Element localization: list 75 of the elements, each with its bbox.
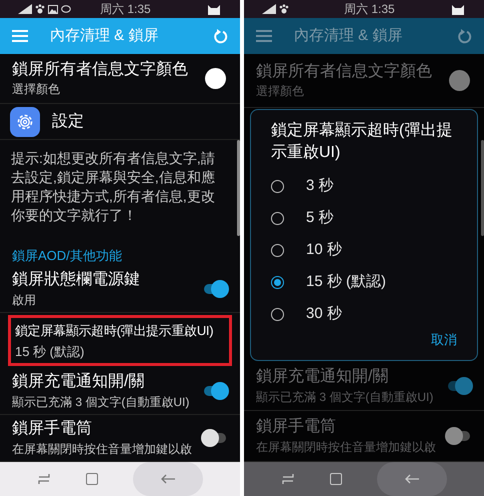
cat-icon [206,3,222,15]
row-subtitle: 顯示已充滿 3 個文字(自動重啟UI) [12,394,190,410]
row-subtitle: 選擇顏色 [256,83,305,100]
row-title: 設定 [52,112,84,132]
home-icon[interactable] [86,473,98,485]
row-subtitle: 在屏幕關閉時按住音量增加鍵以啟 [12,441,193,458]
scrollbar-thumb[interactable] [237,140,240,236]
row-title: 鎖屏所有者信息文字顏色 [256,62,433,82]
radio-button[interactable] [271,180,284,193]
row-title: 鎖屏狀態欄電源鍵 [12,270,141,290]
recent-apps-icon[interactable] [37,473,52,485]
image-icon [48,4,58,14]
signal-icon [18,4,32,14]
radio-option[interactable]: 30 秒 [271,298,457,330]
cancel-button[interactable]: 取消 [431,330,457,350]
hint-text: 提示:如想更改所有者信息文字,請去設定,鎖定屏幕與安全,信息和應用程序快捷方式,所有者信息,更改你要的文字就行了！ [11,148,216,225]
toggle-switch[interactable] [204,382,226,400]
paw-icon [279,4,289,14]
toggle-switch[interactable] [448,376,470,395]
radio-option[interactable]: 10 秒 [271,234,457,266]
row-subtitle: 啟用 [12,292,37,308]
row-subtitle: 顯示已充滿 3 個文字(自動重啟UI) [256,388,434,405]
row-title: 鎖屏所有者信息文字顏色 [12,60,189,80]
clock-text: 周六 1:35 [344,3,396,15]
settings-row[interactable]: 鎖屏充電通知開/關 顯示已充滿 3 個文字(自動重啟UI) [0,368,240,416]
app-title: 內存清理 & 鎖屏 [294,26,404,46]
option-label: 3 秒 [306,176,334,196]
settings-row[interactable]: 鎖屏充電通知開/關 顯示已充滿 3 個文字(自動重啟UI) [244,360,484,412]
signal-icon [262,4,276,14]
option-label: 30 秒 [306,304,342,324]
radio-button[interactable] [271,244,284,257]
row-title: 鎖屏充電通知開/關 [12,372,146,392]
home-icon[interactable] [330,473,342,485]
option-label: 10 秒 [306,240,342,260]
gear-icon [10,106,40,136]
menu-icon[interactable] [256,29,272,43]
clock-text: 周六 1:35 [100,3,152,15]
toggle-switch[interactable] [448,427,470,446]
color-swatch[interactable] [449,70,470,92]
app-title: 內存清理 & 鎖屏 [50,26,160,46]
row-title: 鎖屏手電筒 [256,417,337,438]
settings-row[interactable]: 鎖屏所有者信息文字顏色 選擇顏色 [244,54,484,108]
settings-row[interactable]: 設定 [0,104,240,140]
dialog-title: 鎖定屏幕顯示超時(彈出提示重啟UI) [271,120,454,164]
settings-row[interactable]: 鎖定屏幕顯示超時(彈出提示重啟UI) 15 秒 (默認) [8,314,232,366]
row-subtitle: 在屏幕關閉時按住音量增加鍵以啟 [256,439,437,456]
back-arrow-icon [404,474,419,484]
radio-option[interactable]: 5 秒 [271,202,457,234]
scrollbar-thumb[interactable] [481,140,484,236]
option-label: 15 秒 (默認) [306,272,386,292]
radio-option[interactable]: 15 秒 (默認) [271,266,457,298]
radio-button[interactable] [271,308,284,321]
radio-option[interactable]: 3 秒 [271,170,457,202]
row-title: 鎖屏手電筒 [12,419,93,440]
settings-row[interactable]: 鎖屏所有者信息文字顏色 選擇顏色 [0,54,240,104]
row-subtitle: 選擇顏色 [12,81,61,98]
settings-row[interactable]: 鎖屏狀態欄電源鍵 啟用 [0,266,240,313]
refresh-icon[interactable] [214,28,228,44]
refresh-icon[interactable] [458,28,472,44]
row-title: 鎖屏充電通知開/關 [256,366,390,387]
recent-apps-icon[interactable] [281,473,296,485]
back-arrow-icon [160,474,175,484]
option-label: 5 秒 [306,208,334,228]
paw-icon [35,4,45,14]
row-title: 鎖定屏幕顯示超時(彈出提示重啟UI) [15,322,214,340]
section-header: 鎖屏AOD/其他功能 [12,247,122,266]
chat-icon [61,4,71,14]
menu-icon[interactable] [12,29,28,43]
row-subtitle: 15 秒 (默認) [15,343,86,360]
toggle-switch[interactable] [204,280,226,298]
radio-button[interactable] [271,276,284,289]
cat-icon [450,3,466,15]
color-swatch[interactable] [205,68,226,90]
toggle-switch[interactable] [204,429,226,448]
radio-button[interactable] [271,212,284,225]
